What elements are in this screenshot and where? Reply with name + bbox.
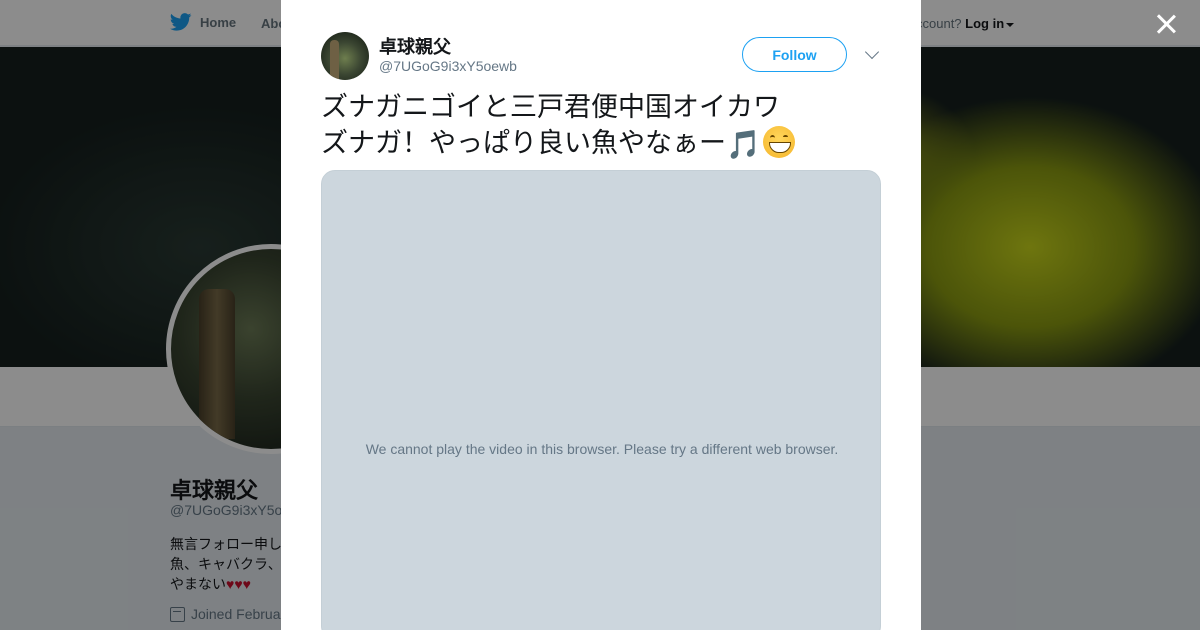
close-icon[interactable]: [1154, 12, 1178, 36]
follow-button[interactable]: Follow: [742, 37, 847, 72]
tweet-text-line: ズナガ！やっぱり良い魚やなぁー🎵: [321, 126, 881, 163]
chevron-down-icon[interactable]: [864, 44, 880, 60]
author-avatar[interactable]: [321, 32, 369, 80]
tweet-text: ズナガニゴイと三戸君便中国オイカワ ズナガ！やっぱり良い魚やなぁー🎵: [321, 90, 881, 163]
grinning-face-emoji: [762, 126, 795, 158]
tweet-modal: 卓球親父 @7UGoG9i3xY5oewb Follow ズナガニゴイと三戸君便…: [281, 0, 921, 630]
tweet-text-line: ズナガニゴイと三戸君便中国オイカワ: [321, 92, 780, 123]
author-handle[interactable]: @7UGoG9i3xY5oewb: [379, 58, 517, 74]
video-player[interactable]: We cannot play the video in this browser…: [321, 170, 881, 630]
tweet-text-line-body: ズナガ！やっぱり良い魚やなぁー: [321, 128, 726, 159]
author-name[interactable]: 卓球親父: [379, 33, 451, 59]
video-unsupported-message: We cannot play the video in this browser…: [365, 441, 839, 457]
music-note-emoji: 🎵: [726, 128, 761, 161]
